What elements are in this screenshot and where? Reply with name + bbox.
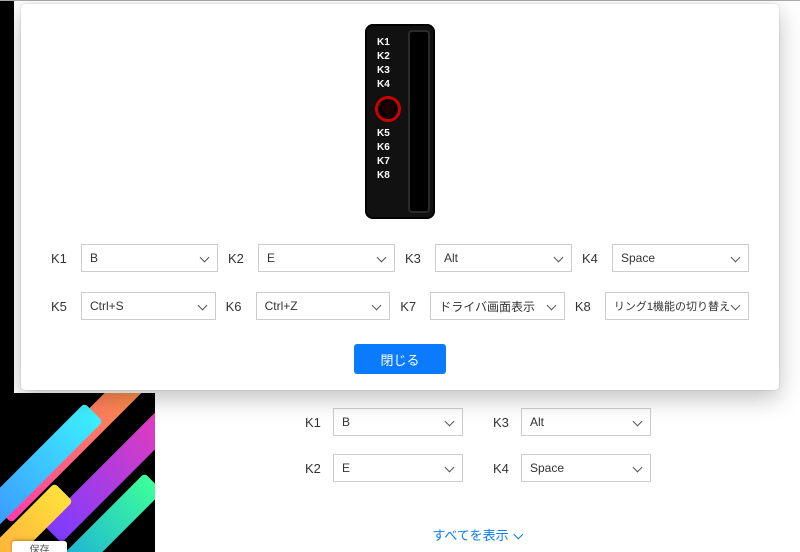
- k7-label: K7: [400, 299, 422, 314]
- close-button[interactable]: 閉じる: [354, 344, 446, 374]
- chevron-down-icon: [444, 417, 454, 427]
- k7-value: ドライバ画面表示: [439, 298, 535, 315]
- k1-label: K1: [51, 251, 73, 266]
- k3-value: Alt: [444, 251, 458, 265]
- device-key-label: K2: [377, 50, 403, 63]
- shortcut-keys-modal: K1 K2 K3 K4 K5 K6 K7 K8 K1 B K2 E: [21, 4, 779, 390]
- chevron-down-icon: [371, 301, 381, 311]
- sidebar-art: [0, 393, 155, 552]
- modal-row-2: K5 Ctrl+S K6 Ctrl+Z K7 ドライバ画面表示 K8 リング1機…: [51, 292, 749, 320]
- show-all-label: すべてを表示: [432, 525, 508, 544]
- bg-k1-value: B: [342, 415, 350, 429]
- k2-label: K2: [228, 251, 250, 266]
- k2-dropdown[interactable]: E: [258, 244, 395, 272]
- bg-k1-label: K1: [305, 415, 327, 430]
- bg-k1-dropdown[interactable]: B: [333, 408, 463, 436]
- k5-value: Ctrl+S: [90, 299, 124, 313]
- k3-label: K3: [405, 251, 427, 266]
- bg-k3-dropdown[interactable]: Alt: [521, 408, 651, 436]
- k6-value: Ctrl+Z: [265, 299, 298, 313]
- close-button-label: 閉じる: [380, 353, 419, 368]
- device-key-label: K8: [377, 169, 403, 182]
- device-key-label: K3: [377, 64, 403, 77]
- chevron-down-icon: [197, 301, 207, 311]
- bg-k3-value: Alt: [530, 415, 544, 429]
- bg-k2-label: K2: [305, 461, 327, 476]
- show-all-link[interactable]: すべてを表示: [432, 525, 522, 544]
- k2-value: E: [267, 251, 275, 265]
- k7-dropdown[interactable]: ドライバ画面表示: [430, 292, 565, 320]
- chevron-down-icon: [553, 253, 563, 263]
- bg-k4-label: K4: [493, 461, 515, 476]
- bottom-tab-hint: 保存: [12, 541, 67, 552]
- k5-dropdown[interactable]: Ctrl+S: [81, 292, 216, 320]
- chevron-down-icon: [444, 463, 454, 473]
- device-screen: [408, 30, 430, 213]
- chevron-down-icon: [376, 253, 386, 263]
- k8-label: K8: [575, 299, 597, 314]
- bg-k4-dropdown[interactable]: Space: [521, 454, 651, 482]
- k4-value: Space: [621, 251, 655, 265]
- chevron-down-icon: [632, 417, 642, 427]
- chevron-down-icon: [730, 253, 740, 263]
- bg-k2-dropdown[interactable]: E: [333, 454, 463, 482]
- modal-row-1: K1 B K2 E K3 Alt K4 Space: [51, 244, 749, 272]
- chevron-down-icon: [513, 530, 523, 540]
- chevron-down-icon: [546, 301, 556, 311]
- k6-dropdown[interactable]: Ctrl+Z: [256, 292, 391, 320]
- k8-value: リング1機能の切り替え: [614, 298, 730, 314]
- device-illustration: K1 K2 K3 K4 K5 K6 K7 K8: [365, 24, 435, 219]
- device-key-label: K6: [377, 141, 403, 154]
- device-key-label: K1: [377, 36, 403, 49]
- sidebar-sliver: [0, 1, 14, 393]
- device-key-label: K4: [377, 78, 403, 91]
- k5-label: K5: [51, 299, 73, 314]
- k4-label: K4: [582, 251, 604, 266]
- k8-dropdown[interactable]: リング1機能の切り替え: [605, 292, 749, 320]
- k4-dropdown[interactable]: Space: [612, 244, 749, 272]
- bg-k2-value: E: [342, 461, 350, 475]
- bottom-tab-hint-label: 保存: [30, 541, 50, 552]
- device-key-label: K5: [377, 127, 403, 140]
- bg-k3-label: K3: [493, 415, 515, 430]
- background-content: K1 B K3 Alt K2 E K4: [155, 393, 800, 552]
- chevron-down-icon: [730, 301, 740, 311]
- chevron-down-icon: [632, 463, 642, 473]
- chevron-down-icon: [199, 253, 209, 263]
- device-key-labels: K1 K2 K3 K4 K5 K6 K7 K8: [377, 36, 403, 182]
- k1-value: B: [90, 251, 98, 265]
- k1-dropdown[interactable]: B: [81, 244, 218, 272]
- k6-label: K6: [226, 299, 248, 314]
- bg-k4-value: Space: [530, 461, 564, 475]
- device-key-label: K7: [377, 155, 403, 168]
- k3-dropdown[interactable]: Alt: [435, 244, 572, 272]
- device-ring-icon: [375, 96, 401, 122]
